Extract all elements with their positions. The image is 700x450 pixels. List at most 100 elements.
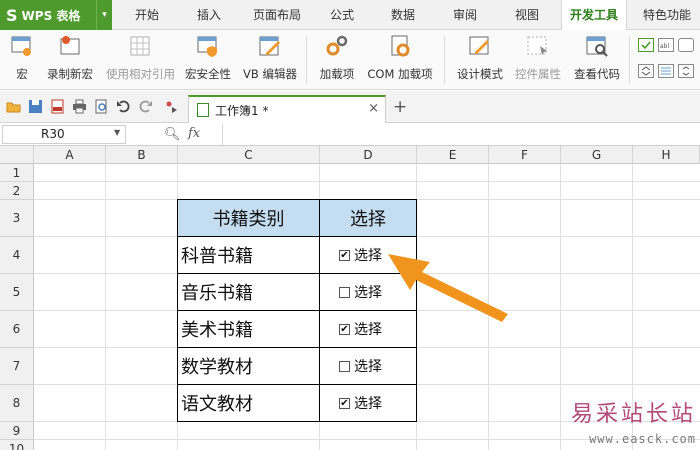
row-header-2[interactable]: 2 xyxy=(0,182,34,200)
customize-toolbar-icon[interactable] xyxy=(164,99,179,114)
checkbox-unchecked[interactable] xyxy=(339,286,350,298)
checkbox-label: 选择 xyxy=(354,285,382,301)
watermark-logo: 易采站长站 xyxy=(570,402,696,427)
tab-home[interactable]: 开始 xyxy=(122,0,172,30)
com-addins-button[interactable]: COM 加载项 xyxy=(367,34,433,88)
macro-security-button[interactable]: 宏安全性 xyxy=(185,34,231,88)
row-header-8[interactable]: 8 xyxy=(0,385,34,422)
workbook-tab[interactable]: 工作簿1 * × xyxy=(188,95,386,123)
checkbox-label: 选择 xyxy=(354,359,382,375)
annotation-arrow-icon xyxy=(388,254,508,322)
spreadsheet-grid[interactable]: A B C D E F G H 1 2 3 4 5 6 7 8 9 10 书籍类… xyxy=(0,146,700,450)
row-header-7[interactable]: 7 xyxy=(0,348,34,385)
column-header-h[interactable]: H xyxy=(633,146,700,164)
relative-reference-button[interactable]: 使用相对引用 xyxy=(106,34,175,88)
checkbox-unchecked[interactable] xyxy=(339,360,350,372)
formula-input[interactable] xyxy=(222,124,700,145)
relative-reference-icon xyxy=(128,34,152,58)
listbox-control-icon[interactable] xyxy=(658,64,674,78)
addins-label: 加载项 xyxy=(319,67,355,81)
column-header-a[interactable]: A xyxy=(34,146,106,164)
checkbox-checked[interactable]: ✔ xyxy=(339,397,350,409)
open-folder-icon[interactable] xyxy=(6,99,21,114)
checkbox-checked[interactable]: ✔ xyxy=(339,249,350,261)
com-addins-icon xyxy=(388,34,412,58)
category-cell[interactable]: 语文教材 xyxy=(177,384,320,422)
record-macro-button[interactable]: 录制新宏 xyxy=(47,34,93,88)
name-box-dropdown-icon[interactable]: ▼ xyxy=(114,128,120,137)
tab-insert[interactable]: 插入 xyxy=(184,0,234,30)
view-code-button[interactable]: 查看代码 xyxy=(574,34,620,88)
zoom-magnifier-icon[interactable]: 🔍︎ xyxy=(164,127,181,142)
new-tab-button[interactable]: + xyxy=(393,97,407,117)
control-properties-label: 控件属性 xyxy=(515,67,561,81)
save-icon[interactable] xyxy=(28,99,43,114)
column-header-e[interactable]: E xyxy=(417,146,489,164)
control-properties-button[interactable]: 控件属性 xyxy=(515,34,561,88)
checkbox-checked[interactable]: ✔ xyxy=(339,323,350,335)
button-control-icon[interactable] xyxy=(678,38,694,52)
row-header-3[interactable]: 3 xyxy=(0,200,34,237)
undo-icon[interactable] xyxy=(116,99,131,114)
category-cell[interactable]: 音乐书籍 xyxy=(177,273,320,311)
row-header-5[interactable]: 5 xyxy=(0,274,34,311)
insert-function-button[interactable]: fx xyxy=(188,126,200,141)
column-header-d[interactable]: D xyxy=(320,146,417,164)
category-cell[interactable]: 数学教材 xyxy=(177,347,320,385)
header-cell-category[interactable]: 书籍类别 xyxy=(177,199,320,237)
row-header-6[interactable]: 6 xyxy=(0,311,34,348)
macro-security-label: 宏安全性 xyxy=(185,67,231,81)
row-header-9[interactable]: 9 xyxy=(0,422,34,440)
export-pdf-icon[interactable] xyxy=(50,99,65,114)
checkbox-label: 选择 xyxy=(354,322,382,338)
tab-data[interactable]: 数据 xyxy=(381,0,425,30)
tab-view[interactable]: 视图 xyxy=(505,0,549,30)
print-preview-icon[interactable] xyxy=(94,99,109,114)
row-header-10[interactable]: 10 xyxy=(0,440,34,450)
app-dropdown-icon[interactable]: ▾ xyxy=(96,0,112,30)
print-icon[interactable] xyxy=(72,99,87,114)
design-mode-button[interactable]: 设计模式 xyxy=(457,34,503,88)
row-header-1[interactable]: 1 xyxy=(0,164,34,182)
column-header-f[interactable]: F xyxy=(489,146,561,164)
addins-button[interactable]: 加载项 xyxy=(320,34,354,88)
app-name: WPS 表格 xyxy=(21,8,81,23)
tab-review[interactable]: 审阅 xyxy=(443,0,487,30)
close-tab-icon[interactable]: × xyxy=(368,101,379,116)
menu-bar: S WPS 表格 ▾ 开始 插入 页面布局 公式 数据 审阅 视图 开发工具 特… xyxy=(0,0,700,31)
view-code-icon xyxy=(585,34,609,58)
view-code-label: 查看代码 xyxy=(574,67,620,81)
checkbox-cell[interactable]: ✔ 选择 xyxy=(319,384,417,422)
tab-formulas[interactable]: 公式 xyxy=(320,0,364,30)
ribbon-separator xyxy=(444,36,445,84)
name-box[interactable]: R30 xyxy=(2,125,126,144)
tab-page-layout[interactable]: 页面布局 xyxy=(244,0,310,30)
redo-icon[interactable] xyxy=(138,99,153,114)
gridline xyxy=(34,181,700,182)
app-menu-button[interactable]: S WPS 表格 ▾ xyxy=(0,0,112,30)
tab-developer[interactable]: 开发工具 xyxy=(561,0,627,31)
scrollbar-control-icon[interactable] xyxy=(678,64,694,78)
select-all-corner[interactable] xyxy=(0,146,34,164)
vb-editor-button[interactable]: VB 编辑器 xyxy=(243,34,297,88)
spinner-control-icon[interactable] xyxy=(638,64,654,78)
category-cell[interactable]: 科普书籍 xyxy=(177,236,320,274)
tab-special-features[interactable]: 特色功能 xyxy=(636,0,698,30)
checkbox-label: 选择 xyxy=(354,396,382,412)
column-header-g[interactable]: G xyxy=(561,146,633,164)
checkbox-control-icon[interactable] xyxy=(638,38,654,52)
textbox-control-icon[interactable]: abl xyxy=(658,38,674,52)
macro-button[interactable]: 宏 xyxy=(8,34,36,88)
ribbon-separator xyxy=(629,36,630,84)
watermark-url: www.easck.com xyxy=(589,432,696,446)
record-macro-icon xyxy=(58,34,82,58)
column-header-c[interactable]: C xyxy=(178,146,320,164)
row-header-4[interactable]: 4 xyxy=(0,237,34,274)
column-header-b[interactable]: B xyxy=(106,146,178,164)
spreadsheet-file-icon xyxy=(197,103,209,117)
checkbox-cell[interactable]: 选择 xyxy=(319,347,417,385)
header-cell-select[interactable]: 选择 xyxy=(319,199,417,237)
relative-reference-label: 使用相对引用 xyxy=(106,67,175,81)
category-cell[interactable]: 美术书籍 xyxy=(177,310,320,348)
macro-security-icon xyxy=(196,34,220,58)
